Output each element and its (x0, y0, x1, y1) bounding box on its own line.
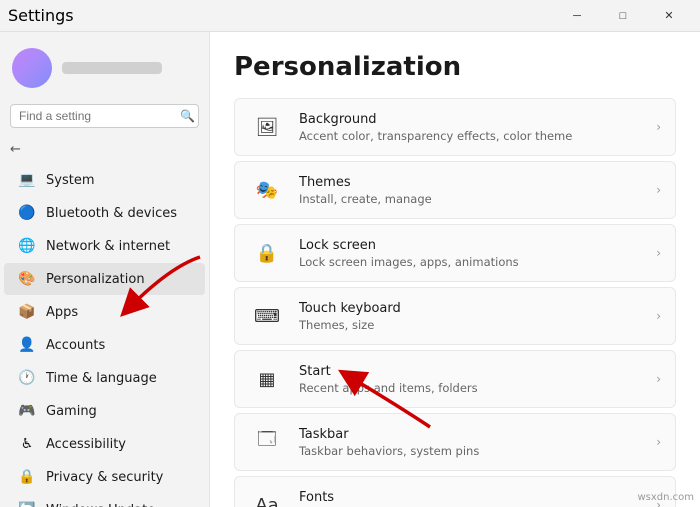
page-title: Personalization (234, 52, 676, 82)
settings-title-background: Background (299, 112, 642, 127)
settings-list: 🖼 Background Accent color, transparency … (234, 98, 676, 507)
search-input[interactable] (19, 109, 174, 123)
settings-icon-start: ▦ (249, 361, 285, 397)
title-bar-controls: ─ □ ✕ (554, 0, 692, 32)
settings-icon-background: 🖼 (249, 109, 285, 145)
chevron-icon-background: › (656, 120, 661, 134)
nav-label-system: System (46, 173, 94, 188)
nav-label-network: Network & internet (46, 239, 170, 254)
sidebar-item-accessibility[interactable]: ♿ Accessibility (4, 428, 205, 460)
sidebar-item-apps[interactable]: 📦 Apps (4, 296, 205, 328)
nav-icon-apps: 📦 (18, 303, 36, 321)
back-icon: ← (10, 142, 21, 157)
settings-item-touch-keyboard[interactable]: ⌨ Touch keyboard Themes, size › (234, 287, 676, 345)
chevron-icon-start: › (656, 372, 661, 386)
sidebar-user (0, 40, 209, 100)
maximize-button[interactable]: □ (600, 0, 646, 32)
nav-label-update: Windows Update (46, 503, 155, 507)
nav-icon-bluetooth: 🔵 (18, 204, 36, 222)
title-bar-left: Settings (8, 6, 74, 25)
nav-label-apps: Apps (46, 305, 78, 320)
settings-title-taskbar: Taskbar (299, 427, 642, 442)
settings-title-fonts: Fonts (299, 490, 642, 505)
nav-icon-system: 💻 (18, 171, 36, 189)
settings-title-touch-keyboard: Touch keyboard (299, 301, 642, 316)
settings-desc-start: Recent apps and items, folders (299, 381, 642, 395)
nav-label-personalization: Personalization (46, 272, 145, 287)
settings-title-themes: Themes (299, 175, 642, 190)
settings-desc-lock-screen: Lock screen images, apps, animations (299, 255, 642, 269)
nav-icon-privacy: 🔒 (18, 468, 36, 486)
settings-icon-taskbar: 🗔 (249, 424, 285, 460)
sidebar-item-privacy[interactable]: 🔒 Privacy & security (4, 461, 205, 493)
settings-item-taskbar[interactable]: 🗔 Taskbar Taskbar behaviors, system pins… (234, 413, 676, 471)
settings-desc-themes: Install, create, manage (299, 192, 642, 206)
avatar (12, 48, 52, 88)
user-name-bar (62, 62, 162, 74)
nav-label-time: Time & language (46, 371, 157, 386)
nav-label-bluetooth: Bluetooth & devices (46, 206, 177, 221)
sidebar-item-accounts[interactable]: 👤 Accounts (4, 329, 205, 361)
nav-label-gaming: Gaming (46, 404, 97, 419)
settings-title-lock-screen: Lock screen (299, 238, 642, 253)
settings-title-start: Start (299, 364, 642, 379)
nav-icon-accounts: 👤 (18, 336, 36, 354)
search-box[interactable]: 🔍 (10, 104, 199, 128)
nav-icon-gaming: 🎮 (18, 402, 36, 420)
settings-icon-fonts: Aa (249, 487, 285, 507)
watermark: wsxdn.com (637, 492, 694, 503)
nav-label-accounts: Accounts (46, 338, 105, 353)
sidebar-item-gaming[interactable]: 🎮 Gaming (4, 395, 205, 427)
sidebar-item-personalization[interactable]: 🎨 Personalization (4, 263, 205, 295)
title-bar-title: Settings (8, 6, 74, 25)
nav-items-container: 💻 System 🔵 Bluetooth & devices 🌐 Network… (0, 163, 209, 507)
sidebar-item-system[interactable]: 💻 System (4, 164, 205, 196)
sidebar: 🔍 ← 💻 System 🔵 Bluetooth & devices 🌐 Net… (0, 32, 210, 507)
chevron-icon-themes: › (656, 183, 661, 197)
settings-item-start[interactable]: ▦ Start Recent apps and items, folders › (234, 350, 676, 408)
settings-desc-background: Accent color, transparency effects, colo… (299, 129, 642, 143)
sidebar-item-update[interactable]: 🔄 Windows Update (4, 494, 205, 507)
settings-item-lock-screen[interactable]: 🔒 Lock screen Lock screen images, apps, … (234, 224, 676, 282)
chevron-icon-touch-keyboard: › (656, 309, 661, 323)
sidebar-item-bluetooth[interactable]: 🔵 Bluetooth & devices (4, 197, 205, 229)
nav-icon-update: 🔄 (18, 501, 36, 507)
minimize-button[interactable]: ─ (554, 0, 600, 32)
settings-icon-lock-screen: 🔒 (249, 235, 285, 271)
nav-label-privacy: Privacy & security (46, 470, 163, 485)
settings-item-fonts[interactable]: Aa Fonts Install, manage › (234, 476, 676, 507)
nav-back[interactable]: ← (0, 136, 209, 163)
title-bar: Settings ─ □ ✕ (0, 0, 700, 32)
nav-icon-personalization: 🎨 (18, 270, 36, 288)
nav-label-accessibility: Accessibility (46, 437, 126, 452)
settings-desc-taskbar: Taskbar behaviors, system pins (299, 444, 642, 458)
chevron-icon-lock-screen: › (656, 246, 661, 260)
settings-icon-themes: 🎭 (249, 172, 285, 208)
settings-desc-touch-keyboard: Themes, size (299, 318, 642, 332)
sidebar-item-network[interactable]: 🌐 Network & internet (4, 230, 205, 262)
nav-icon-accessibility: ♿ (18, 435, 36, 453)
settings-item-background[interactable]: 🖼 Background Accent color, transparency … (234, 98, 676, 156)
sidebar-item-time[interactable]: 🕐 Time & language (4, 362, 205, 394)
close-button[interactable]: ✕ (646, 0, 692, 32)
chevron-icon-taskbar: › (656, 435, 661, 449)
search-icon: 🔍 (180, 109, 195, 123)
settings-item-themes[interactable]: 🎭 Themes Install, create, manage › (234, 161, 676, 219)
settings-icon-touch-keyboard: ⌨ (249, 298, 285, 334)
main-content: Personalization 🖼 Background Accent colo… (210, 32, 700, 507)
nav-icon-network: 🌐 (18, 237, 36, 255)
nav-icon-time: 🕐 (18, 369, 36, 387)
